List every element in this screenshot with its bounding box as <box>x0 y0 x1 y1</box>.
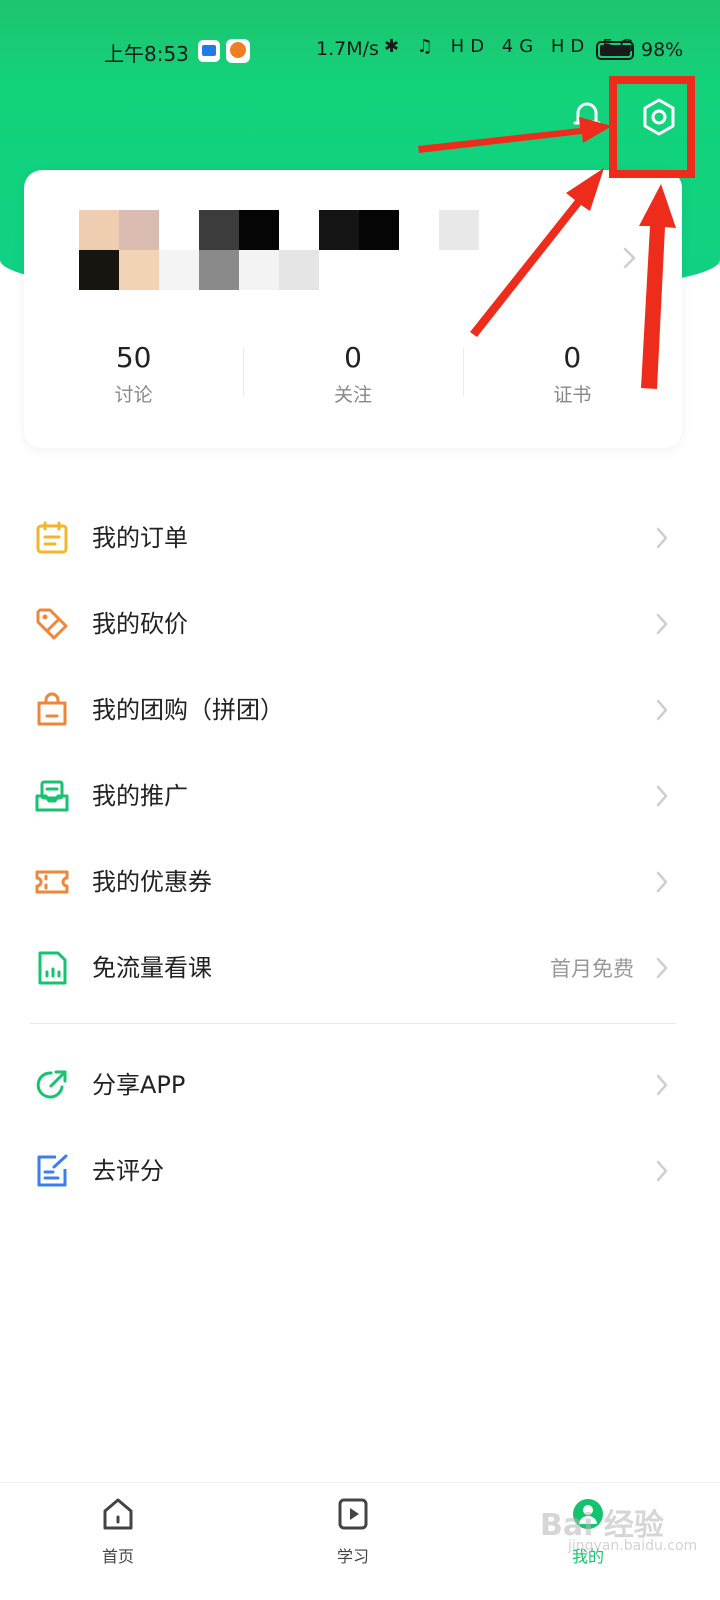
menu-label: 我的订单 <box>92 524 188 552</box>
settings-button[interactable] <box>637 95 681 139</box>
watermark-url: jingyan.baidu.com <box>568 1538 698 1554</box>
avatar-username-redacted <box>79 210 479 290</box>
stat-label: 关注 <box>333 384 372 406</box>
rate-edit-icon <box>37 1154 68 1187</box>
menu-label: 我的砍价 <box>92 610 188 638</box>
tab-label: 首页 <box>101 1547 134 1566</box>
stat-label: 证书 <box>553 384 592 406</box>
stat-following[interactable]: 0 关注 <box>243 340 462 410</box>
sim-card-icon <box>38 951 67 985</box>
status-time: 上午8:53 <box>104 42 189 66</box>
menu-label: 去评分 <box>92 1157 164 1185</box>
menu-label: 免流量看课 <box>92 954 212 982</box>
stat-value: 50 <box>115 341 152 374</box>
play-icon <box>338 1498 368 1530</box>
chevron-right-icon <box>656 785 668 807</box>
menu-item-free-data[interactable]: 免流量看课 首月免费 <box>0 925 720 1011</box>
battery-icon <box>596 41 634 60</box>
chevron-right-icon <box>623 247 636 269</box>
stat-label: 讨论 <box>114 384 153 406</box>
tab-study[interactable]: 学习 <box>293 1483 413 1600</box>
chevron-right-icon <box>656 871 668 893</box>
profile-stats: 50 讨论 0 关注 0 证书 <box>24 340 682 410</box>
stat-value: 0 <box>563 341 582 374</box>
menu-label: 我的团购（拼团） <box>92 696 284 724</box>
share-icon <box>36 1070 67 1099</box>
notification-bell-button[interactable] <box>570 98 604 132</box>
network-speed: 1.7M/s <box>316 38 379 60</box>
menu-item-share-app[interactable]: 分享APP <box>0 1042 720 1128</box>
chevron-right-icon <box>656 527 668 549</box>
menu-label: 我的推广 <box>92 782 188 810</box>
menu-label: 我的优惠券 <box>92 868 212 896</box>
menu-item-rate[interactable]: 去评分 <box>0 1128 720 1214</box>
tab-home[interactable]: 首页 <box>58 1483 178 1600</box>
profile-card[interactable]: 50 讨论 0 关注 0 证书 <box>24 170 682 448</box>
gear-icon <box>643 98 675 136</box>
menu-item-bargain[interactable]: 我的砍价 <box>0 581 720 667</box>
chevron-right-icon <box>656 1074 668 1096</box>
stat-discussions[interactable]: 50 讨论 <box>24 340 243 410</box>
status-bar: 上午8:53 1.7M/s ✱ ♫ HD 4G HD 5G 98% <box>0 30 720 70</box>
menu-list-secondary: 分享APP 去评分 <box>0 1042 720 1214</box>
chevron-right-icon <box>656 699 668 721</box>
bargain-tag-icon <box>36 608 68 640</box>
promotion-inbox-icon <box>35 780 69 812</box>
menu-list: 我的订单 我的砍价 我的团购（拼团） 我的推广 我的优惠券 免流量看课 首月免费 <box>0 495 720 1011</box>
menu-item-group-buy[interactable]: 我的团购（拼团） <box>0 667 720 753</box>
group-buy-bag-icon <box>37 692 67 726</box>
menu-label: 分享APP <box>92 1071 186 1099</box>
stat-value: 0 <box>344 341 362 374</box>
battery-percent: 98% <box>641 39 684 61</box>
stat-certificates[interactable]: 0 证书 <box>462 340 682 410</box>
menu-item-orders[interactable]: 我的订单 <box>0 495 720 581</box>
menu-item-promotion[interactable]: 我的推广 <box>0 753 720 839</box>
notification-app-icon-2 <box>226 39 250 63</box>
tab-label: 学习 <box>336 1547 369 1566</box>
order-calendar-icon <box>36 521 68 554</box>
home-icon <box>103 1498 133 1530</box>
chevron-right-icon <box>656 1160 668 1182</box>
notification-app-icon <box>198 40 220 62</box>
chevron-right-icon <box>656 957 668 979</box>
bell-icon <box>573 102 601 125</box>
coupon-ticket-icon <box>35 870 69 894</box>
menu-extra-text: 首月免费 <box>550 957 634 981</box>
menu-item-coupons[interactable]: 我的优惠券 <box>0 839 720 925</box>
divider <box>30 1023 676 1024</box>
chevron-right-icon <box>656 613 668 635</box>
